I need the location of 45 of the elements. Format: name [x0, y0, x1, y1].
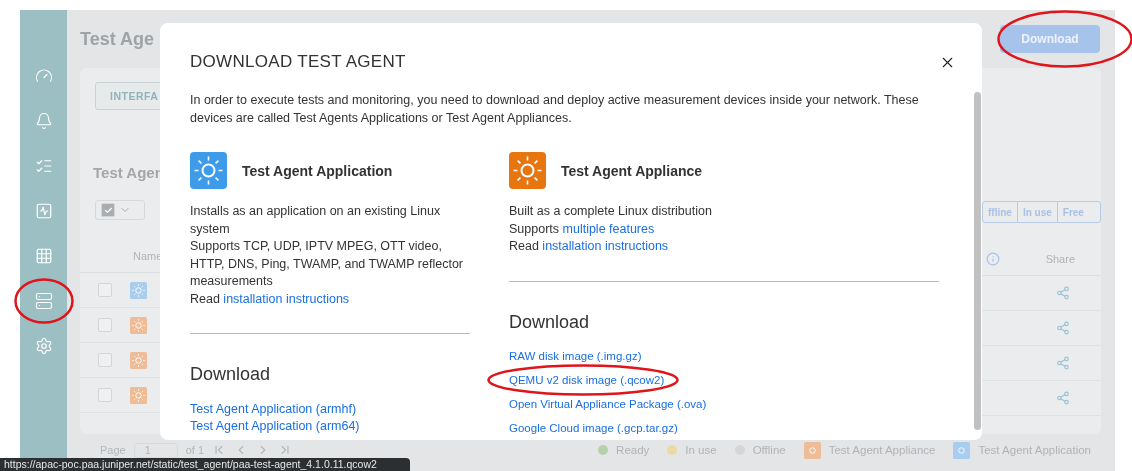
agent-title: Test Agent Appliance — [561, 162, 703, 179]
sun-icon — [130, 281, 147, 299]
grid-icon[interactable] — [34, 246, 53, 265]
share-icon[interactable] — [1056, 321, 1070, 335]
row-checkbox[interactable] — [98, 353, 112, 367]
select-dropdown[interactable] — [95, 200, 145, 220]
download-heading: Download — [190, 363, 272, 386]
check-icon — [103, 205, 113, 215]
row-checkbox[interactable] — [98, 283, 112, 297]
pulse-icon[interactable] — [34, 201, 53, 220]
sun-icon — [130, 351, 147, 369]
bell-icon[interactable] — [34, 111, 53, 130]
server-icon[interactable] — [34, 291, 53, 310]
row-checkbox[interactable] — [98, 318, 112, 332]
description-text: Read installation instructions — [509, 238, 670, 255]
share-icon[interactable] — [1056, 391, 1070, 405]
status-url: https://apac-poc.paa.juniper.net/static/test_agent/paa-test-agent_4.1.0.11.qcow2 — [0, 458, 410, 471]
share-icon[interactable] — [1056, 286, 1070, 300]
gauge-icon[interactable] — [34, 66, 53, 85]
download-link[interactable]: Test Agent Application (arm64) — [190, 418, 360, 433]
row-checkbox[interactable] — [98, 388, 112, 402]
description-text: Supports TCP, UDP, IPTV MPEG, OTT video, HTTP, DNS, Ping, TWAMP, and TWAMP reflector measurements — [190, 238, 464, 290]
download-link[interactable]: Test Agent Application (armhf) — [190, 401, 357, 416]
download-link[interactable]: Google Cloud image (.gcp.tar.gz) — [509, 421, 678, 434]
description-text: Built as a complete Linux distribution — [509, 203, 713, 220]
dialog-title: DOWNLOAD TEST AGENT — [190, 52, 406, 72]
info-icon[interactable] — [986, 252, 1000, 266]
share-icon[interactable] — [1056, 356, 1070, 370]
agent-title: Test Agent Application — [242, 162, 393, 179]
column-header: Share — [1045, 253, 1075, 265]
download-link[interactable]: RAW disk image (.img.gz) — [509, 349, 642, 362]
download-heading: Download — [509, 310, 591, 334]
scrollbar[interactable] — [974, 92, 981, 430]
text-link[interactable]: installation instructions — [223, 291, 350, 306]
description-text: Installs as an application on an existing Linux system — [190, 203, 442, 238]
intro-text: In order to execute tests and monitoring, you need to download and deploy active measurement devices inside your network. These devices are called Test Agents Applications or Test Agent Appliances. — [190, 92, 920, 127]
sun-icon — [130, 386, 147, 404]
sun-icon — [130, 316, 147, 334]
text-link[interactable]: multiple features — [562, 221, 655, 236]
description-text: Read installation instructions — [190, 290, 351, 308]
settings-icon[interactable] — [34, 336, 53, 355]
description-text: Supports multiple features — [509, 220, 656, 238]
text-link[interactable]: installation instructions — [542, 239, 669, 253]
page-title: Test Age — [80, 28, 154, 50]
download-link[interactable]: Open Virtual Appliance Package (.ova) — [509, 397, 707, 410]
